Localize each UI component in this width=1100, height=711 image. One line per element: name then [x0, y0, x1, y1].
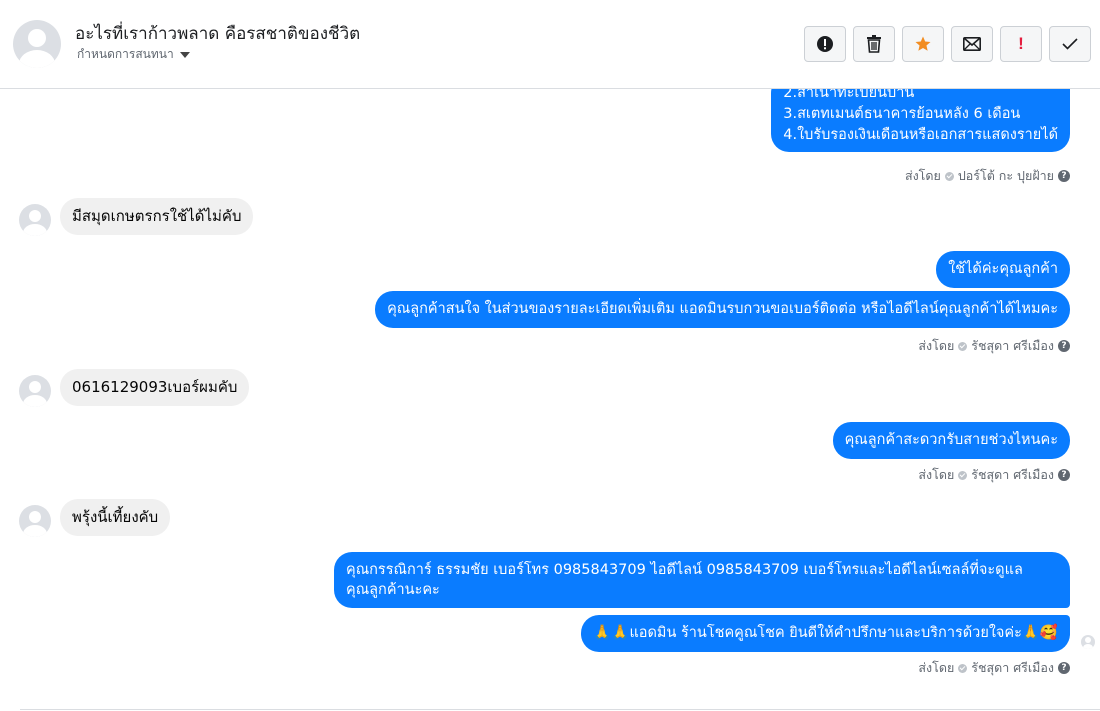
- conversation-window: อะไรที่เราก้าวพลาด คือรสชาติของชีวิต กำห…: [0, 0, 1100, 711]
- check-circle-icon: [944, 171, 954, 181]
- mark-done-button[interactable]: [1049, 26, 1091, 62]
- seen-avatar: [1081, 635, 1095, 649]
- caret-down-icon: [179, 52, 190, 58]
- contact-avatar-small: [19, 375, 51, 407]
- help-icon[interactable]: ?: [1058, 662, 1070, 674]
- message-line: คุณลูกค้านะคะ: [346, 582, 440, 598]
- outgoing-message[interactable]: 2.สำเนาทะเบียนบ้าน 3.สเตทเมนต์ธนาคารย้อน…: [771, 89, 1070, 152]
- sender-name: รัชสุดา ศรีเมือง: [971, 660, 1054, 675]
- message-list[interactable]: 2.สำเนาทะเบียนบ้าน 3.สเตทเมนต์ธนาคารย้อน…: [0, 89, 1100, 711]
- sent-by-label: ส่งโดย รัชสุดา ศรีเมือง ?: [918, 336, 1070, 356]
- message-line: 2.สำเนาทะเบียนบ้าน: [783, 89, 915, 101]
- report-icon: [817, 36, 833, 52]
- report-button[interactable]: [804, 26, 846, 62]
- delete-button[interactable]: [853, 26, 895, 62]
- contact-name[interactable]: อะไรที่เราก้าวพลาด คือรสชาติของชีวิต: [75, 20, 360, 47]
- help-icon[interactable]: ?: [1058, 469, 1070, 481]
- contact-avatar-small: [19, 505, 51, 537]
- incoming-message[interactable]: 0616129093เบอร์ผมคับ: [60, 369, 250, 406]
- help-icon[interactable]: ?: [1058, 340, 1070, 352]
- star-icon: [915, 36, 931, 51]
- outgoing-message[interactable]: ใช้ได้ค่ะคุณลูกค้า: [936, 251, 1070, 288]
- outgoing-message[interactable]: คุณลูกค้าสะดวกรับสายช่วงไหนคะ: [832, 422, 1070, 459]
- header-actions: !: [804, 26, 1091, 62]
- sent-by-prefix: ส่งโดย: [918, 338, 955, 353]
- schedule-label: กำหนดการสนทนา: [77, 47, 174, 61]
- contact-avatar[interactable]: [13, 20, 61, 68]
- sent-by-prefix: ส่งโดย: [904, 168, 941, 183]
- divider: [20, 709, 1100, 710]
- trash-icon: [867, 35, 881, 53]
- incoming-message[interactable]: พรุ้งนี้เที้ยงคับ: [60, 499, 171, 536]
- message-line: 4.ใบรับรองเงินเดือนหรือเอกสารแสดงรายได้: [783, 127, 1058, 143]
- help-icon[interactable]: ?: [1058, 170, 1070, 182]
- check-circle-icon: [958, 663, 968, 673]
- mark-unread-button[interactable]: [951, 26, 993, 62]
- message-line: คุณกรรณิการ์ ธรรมชัย เบอร์โทร 0985843709…: [346, 562, 1023, 578]
- outgoing-message[interactable]: คุณลูกค้าสนใจ ในส่วนของรายละเอียดเพิ่มเต…: [375, 291, 1070, 328]
- outgoing-message[interactable]: 🙏🙏แอดมิน ร้านโชคคูณโชค ยินดีให้คำปรึกษาแ…: [581, 615, 1070, 652]
- check-circle-icon: [958, 341, 968, 351]
- check-icon: [1062, 38, 1078, 50]
- flag-important-button[interactable]: !: [1000, 26, 1042, 62]
- outgoing-message[interactable]: คุณกรรณิการ์ ธรรมชัย เบอร์โทร 0985843709…: [334, 552, 1070, 608]
- sender-name: รัชสุดา ศรีเมือง: [971, 467, 1054, 482]
- sent-by-prefix: ส่งโดย: [918, 660, 955, 675]
- envelope-icon: [963, 37, 981, 51]
- sent-by-prefix: ส่งโดย: [918, 467, 955, 482]
- incoming-message[interactable]: มีสมุดเกษตรกรใช้ได้ไม่คับ: [60, 198, 254, 235]
- sent-by-label: ส่งโดย ปอร์โต้ กะ ปุยฝ้าย ?: [905, 166, 1070, 186]
- sender-name: รัชสุดา ศรีเมือง: [971, 338, 1054, 353]
- sent-by-label: ส่งโดย รัชสุดา ศรีเมือง ?: [918, 465, 1070, 485]
- sender-name: ปอร์โต้ กะ ปุยฝ้าย: [957, 168, 1054, 183]
- schedule-dropdown[interactable]: กำหนดการสนทนา: [77, 45, 190, 64]
- star-button[interactable]: [902, 26, 944, 62]
- contact-avatar-small: [19, 204, 51, 236]
- check-circle-icon: [958, 470, 968, 480]
- exclamation-icon: !: [1018, 34, 1024, 53]
- message-line: 3.สเตทเมนต์ธนาคารย้อนหลัง 6 เดือน: [783, 106, 1021, 122]
- conversation-header: อะไรที่เราก้าวพลาด คือรสชาติของชีวิต กำห…: [0, 0, 1100, 89]
- sent-by-label: ส่งโดย รัชสุดา ศรีเมือง ?: [918, 658, 1070, 678]
